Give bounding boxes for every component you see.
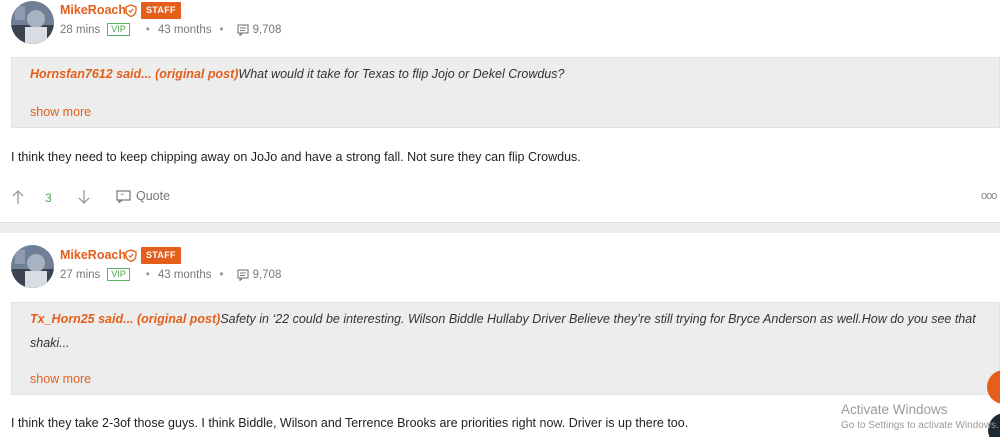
svg-text:”: ” bbox=[121, 192, 125, 200]
staff-badge: STAFF bbox=[141, 247, 181, 264]
post-body: I think they need to keep chipping away … bbox=[11, 150, 581, 164]
vip-badge: VIP bbox=[107, 23, 130, 36]
message-count-icon bbox=[237, 23, 249, 36]
separator-dot: • bbox=[219, 268, 224, 281]
post-time: 27 mins bbox=[60, 268, 101, 281]
downvote-icon[interactable] bbox=[77, 189, 91, 205]
separator-dot: • bbox=[219, 23, 224, 36]
post-meta: 28 mins VIP • 43 months • 9,708 bbox=[60, 23, 281, 36]
quote-label: Quote bbox=[136, 189, 171, 203]
original-post-link[interactable]: (original post) bbox=[137, 312, 220, 326]
avatar[interactable] bbox=[11, 1, 54, 44]
separator-dot: • bbox=[145, 23, 150, 36]
watermark-title: Activate Windows bbox=[841, 402, 948, 417]
member-tenure: 43 months bbox=[157, 268, 212, 281]
quoted-post: Hornsfan7612 said... (original post)What… bbox=[11, 57, 1000, 128]
original-post-link[interactable]: (original post) bbox=[155, 67, 238, 81]
post-body: I think they take 2-3of those guys. I th… bbox=[11, 416, 689, 430]
quote-content: What would it take for Texas to flip Joj… bbox=[238, 67, 565, 81]
quote-author[interactable]: Hornsfan7612 said... bbox=[30, 67, 152, 81]
watermark-subtitle: Go to Settings to activate Windows. bbox=[841, 420, 999, 431]
activate-windows-watermark: Activate Windows Go to Settings to activ… bbox=[841, 402, 999, 431]
quoted-post: Tx_Horn25 said... (original post)Safety … bbox=[11, 302, 1000, 395]
shield-icon bbox=[125, 4, 137, 17]
member-tenure: 43 months bbox=[157, 23, 212, 36]
shield-icon bbox=[125, 249, 137, 262]
quote-button[interactable]: ” Quote bbox=[116, 189, 170, 203]
post-meta: 27 mins VIP • 43 months • 9,708 bbox=[60, 268, 281, 281]
post-divider bbox=[0, 222, 1000, 233]
vip-badge: VIP bbox=[107, 268, 130, 281]
post-count: 9,708 bbox=[252, 23, 282, 36]
quote-author[interactable]: Tx_Horn25 said... bbox=[30, 312, 134, 326]
more-options-icon[interactable]: ooo bbox=[981, 190, 997, 202]
staff-badge: STAFF bbox=[141, 2, 181, 19]
message-count-icon bbox=[237, 268, 249, 281]
author-name[interactable]: MikeRoach bbox=[60, 248, 126, 262]
quote-text-block: Hornsfan7612 said... (original post)What… bbox=[30, 62, 990, 86]
forum-post: MikeRoach STAFF 28 mins VIP • 43 months … bbox=[0, 0, 1000, 222]
post-time: 28 mins bbox=[60, 23, 101, 36]
quote-text-block: Tx_Horn25 said... (original post)Safety … bbox=[30, 307, 990, 355]
avatar[interactable] bbox=[11, 245, 54, 288]
post-count: 9,708 bbox=[252, 268, 282, 281]
vote-score: 3 bbox=[45, 191, 52, 205]
post-actions: 3 ” Quote ooo bbox=[0, 186, 1000, 210]
show-more-link[interactable]: show more bbox=[30, 372, 91, 386]
show-more-link[interactable]: show more bbox=[30, 105, 91, 119]
upvote-icon[interactable] bbox=[11, 189, 25, 205]
author-name[interactable]: MikeRoach bbox=[60, 3, 126, 17]
separator-dot: • bbox=[145, 268, 150, 281]
quote-icon: ” bbox=[116, 189, 131, 203]
